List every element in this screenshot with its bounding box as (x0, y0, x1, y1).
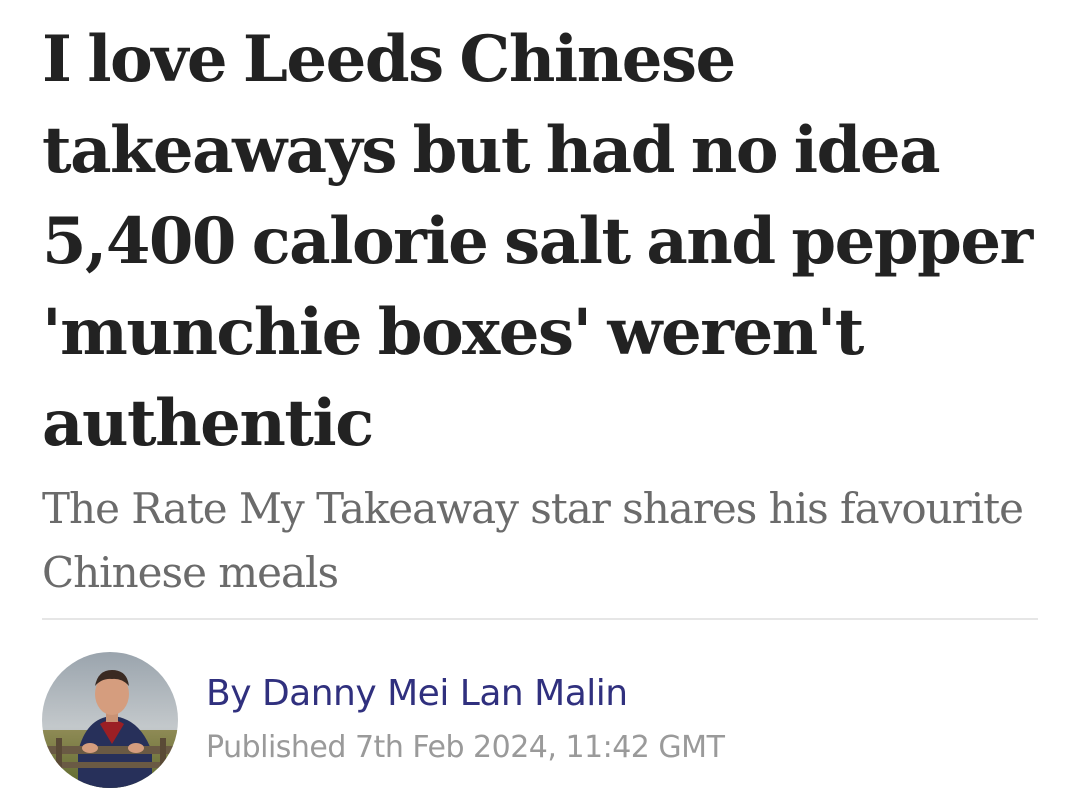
published-timestamp: Published 7th Feb 2024, 11:42 GMT (206, 730, 725, 765)
header-divider (42, 618, 1038, 620)
article-subheadline: The Rate My Takeaway star shares his fav… (42, 484, 1024, 597)
author-link[interactable]: By Danny Mei Lan Malin (206, 670, 628, 718)
article-header: I love Leeds Chinese takeaways but had n… (42, 14, 1042, 605)
article-headline: I love Leeds Chinese takeaways but had n… (42, 22, 1033, 461)
byline: By Danny Mei Lan Malin Published 7th Feb… (42, 652, 1038, 788)
author-avatar[interactable] (42, 652, 178, 788)
